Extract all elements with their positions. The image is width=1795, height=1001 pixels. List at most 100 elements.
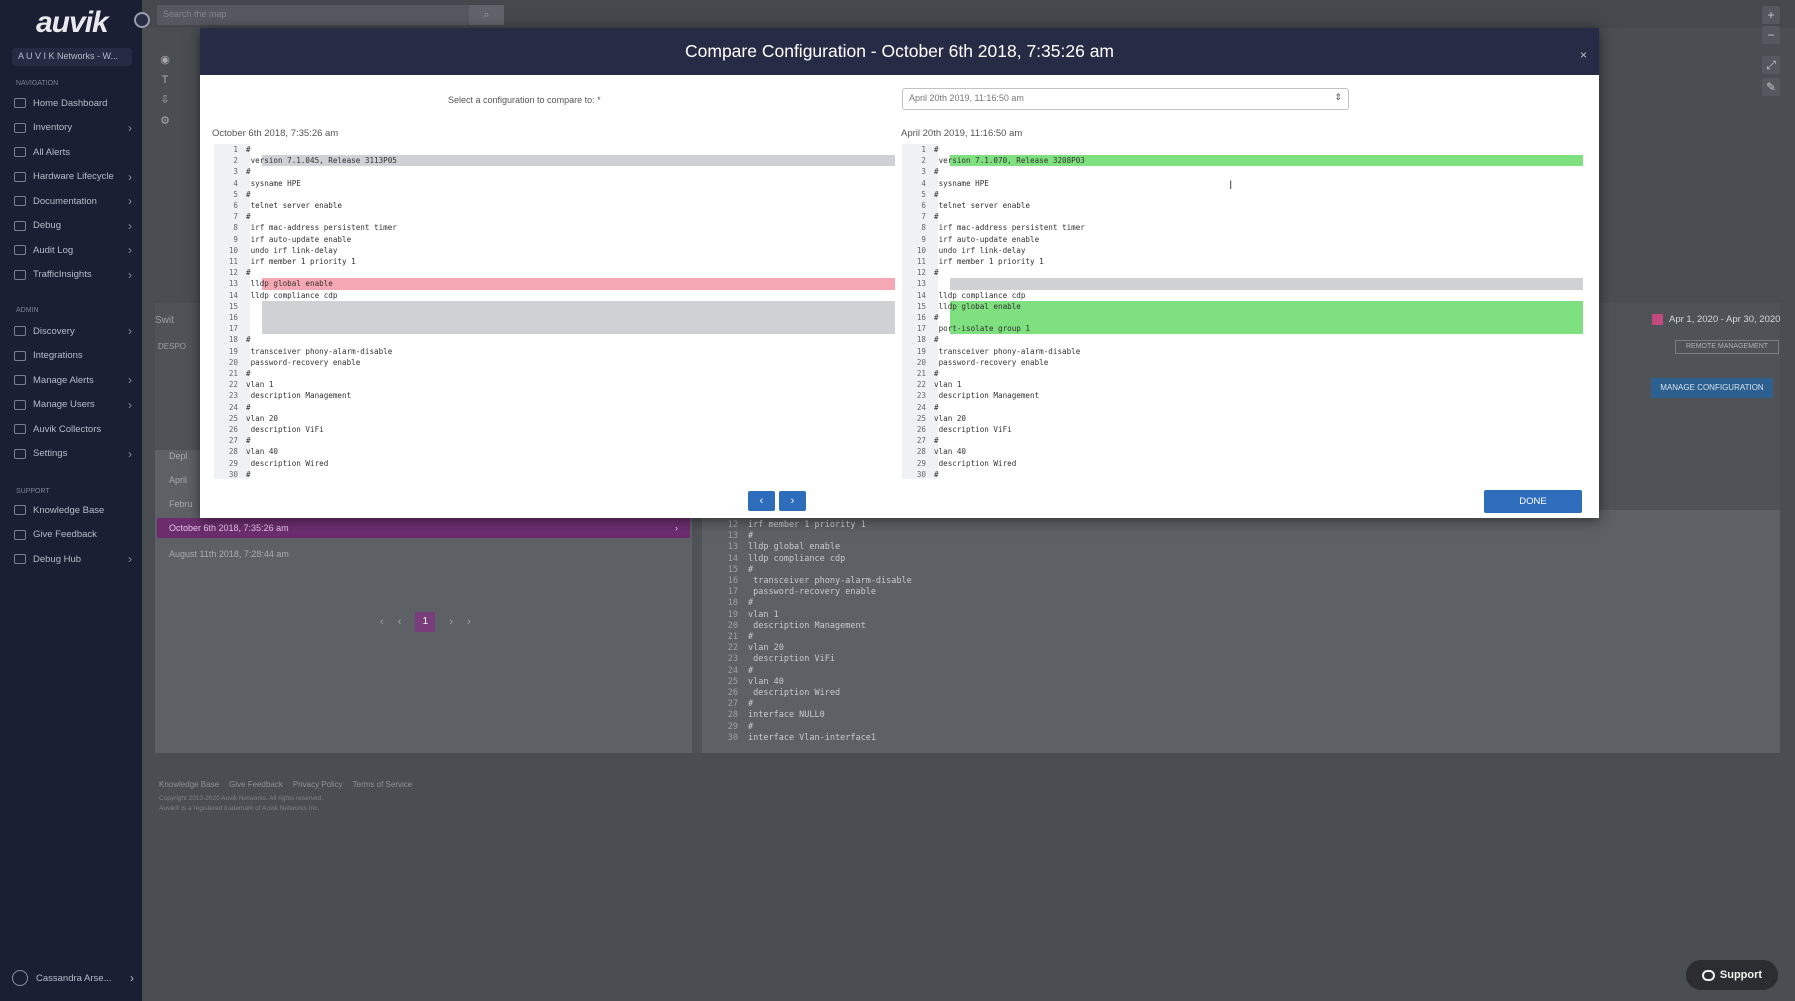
code-line: 3 # [902,166,1583,177]
chevron-right-icon: › [675,523,678,533]
line-number: 12 [228,268,238,278]
zoom-out-icon[interactable]: − [1762,26,1780,44]
next-diff-button[interactable]: › [779,491,806,511]
diff-highlight-red [262,278,895,290]
sidebar-item-inventory[interactable]: Inventory › [14,119,132,137]
sidebar-item-debug[interactable]: Debug › [14,217,132,235]
remote-management-button[interactable]: REMOTE MANAGEMENT [1675,340,1779,354]
layers-icon[interactable]: ◉ [159,54,171,66]
pager-current[interactable]: 1 [415,612,436,632]
sidebar-item-auvik-collectors[interactable]: Auvik Collectors [14,420,132,438]
pager-prev[interactable]: ‹ [398,616,402,628]
auvik-logo[interactable]: auvik [36,6,109,40]
sidebar-item-documentation[interactable]: Documentation › [14,192,132,210]
footer-link[interactable]: Knowledge Base [159,780,219,789]
line-text: irf member 1 priority 1 [246,257,356,266]
footer-link[interactable]: Give Feedback [229,780,283,789]
chevron-right-icon: › [128,446,132,461]
sidebar-item-manage-alerts[interactable]: Manage Alerts › [14,371,132,389]
line-text: irf mac-address persistent timer [246,223,397,233]
line-text: description Wired [246,458,329,468]
sidebar-item-all-alerts[interactable]: All Alerts [14,143,132,161]
sidebar-item-integrations[interactable]: Integrations [14,347,132,365]
close-icon[interactable]: × [1580,32,1587,79]
settings-icon[interactable]: ⚙ [159,115,171,127]
done-button[interactable]: DONE [1484,490,1582,513]
line-number: 8 [233,223,238,233]
manage-configuration-button[interactable]: MANAGE CONFIGURATION [1651,378,1773,398]
line-number: 27 [228,436,238,446]
footer-link[interactable]: Terms of Service [353,780,413,789]
sidebar-item-home-dashboard[interactable]: Home Dashboard [14,94,132,112]
filter-icon[interactable]: T [159,74,171,86]
alerts-icon [14,147,26,157]
compare-config-select[interactable]: April 20th 2019, 11:16:50 am ⇕ [902,88,1349,110]
text-cursor-icon: I [1229,178,1233,192]
pager-next[interactable]: › [449,616,453,628]
code-line: 2 version 7.1.045, Release 3113P05 [214,155,895,167]
sidebar-item-settings[interactable]: Settings › [14,445,132,463]
manage-users-icon [14,399,26,410]
footer-link[interactable]: Privacy Policy [293,780,343,789]
sidebar-item-debug-hub[interactable]: Debug Hub › [14,550,132,568]
config-viewer-code: 12 irf member 1 priority 1 13 #13 lldp globa… [714,520,912,744]
code-line: 28 interface NULL0 [714,710,912,721]
line-number: 28 [727,710,738,721]
line-text: transceiver phony-alarm-disable [934,346,1081,356]
previous-diff-button[interactable]: ‹ [748,491,775,511]
right-config-pane[interactable]: 1 #2 version 7.1.070, Release 3208P03 3 #4 … [902,144,1583,479]
user-menu[interactable]: Cassandra Arse... › [12,968,134,988]
support-button[interactable]: Support [1686,960,1778,990]
code-line: 29 description Wired [902,458,1583,469]
nav-item-label: All Alerts [33,146,70,158]
date-range[interactable]: Apr 1, 2020 - Apr 30, 2020 [1652,314,1780,325]
settings-icon [14,448,26,459]
line-text: # [748,699,754,710]
config-row-selected[interactable]: October 6th 2018, 7:35:26 am › [157,518,690,538]
line-text: vlan 40 [934,447,967,457]
code-line: 7 # [214,211,895,222]
sidebar-item-manage-users[interactable]: Manage Users › [14,396,132,414]
code-line: 27 # [714,699,912,710]
line-text: sysname HPE [934,178,989,188]
inventory-icon [14,122,26,133]
organization-select[interactable]: A U V I K Networks - W... [12,48,132,66]
pager-last[interactable]: › [467,616,471,628]
code-line: 24 # [214,402,895,413]
line-text: # [246,167,251,177]
line-number: 16 [727,576,738,587]
line-number: 24 [228,402,238,412]
sidebar-item-give-feedback[interactable]: Give Feedback [14,526,132,544]
sidebar-item-trafficinsights[interactable]: TrafficInsights › [14,266,132,284]
nav-item-label: Inventory [33,122,73,133]
line-number: 12 [916,268,926,278]
line-number: 13 [916,279,926,289]
line-text: # [246,212,251,222]
line-number: 30 [228,469,238,479]
expand-icon[interactable]: ⤢ [1762,56,1780,74]
compare-configuration-modal: Compare Configuration - October 6th 2018… [200,28,1599,518]
line-text: lldp compliance cdp [246,290,338,300]
sidebar-item-discovery[interactable]: Discovery › [14,322,132,340]
map-search-input[interactable]: Search the map [157,5,469,25]
sidebar-collapse-button[interactable] [134,12,150,28]
footer-links: Knowledge Base Give Feedback Privacy Pol… [159,780,412,789]
left-config-pane[interactable]: 1 #2 version 7.1.045, Release 3113P05 3 #4 … [214,144,895,479]
edit-icon[interactable]: ✎ [1762,78,1780,96]
sidebar-item-knowledge-base[interactable]: Knowledge Base [14,501,132,519]
download-icon[interactable]: ⇩ [159,94,171,106]
line-number: 20 [228,357,238,367]
sidebar: auvik A U V I K Networks - W... Navigati… [0,0,142,1001]
code-line: 17 password-recovery enable [714,587,912,598]
search-icon[interactable]: ⌕ [469,5,504,25]
line-number: 21 [727,632,738,643]
code-line: 30 # [214,469,895,479]
config-row[interactable]: August 11th 2018, 7:28:44 am [157,544,690,564]
line-number: 27 [916,436,926,446]
zoom-in-icon[interactable]: + [1762,6,1780,24]
sidebar-item-hardware-lifecycle[interactable]: Hardware Lifecycle › [14,168,132,186]
line-text: # [246,436,251,446]
chevron-right-icon: › [128,397,132,412]
pager-first[interactable]: ‹ [380,616,384,628]
sidebar-item-audit-log[interactable]: Audit Log › [14,241,132,259]
